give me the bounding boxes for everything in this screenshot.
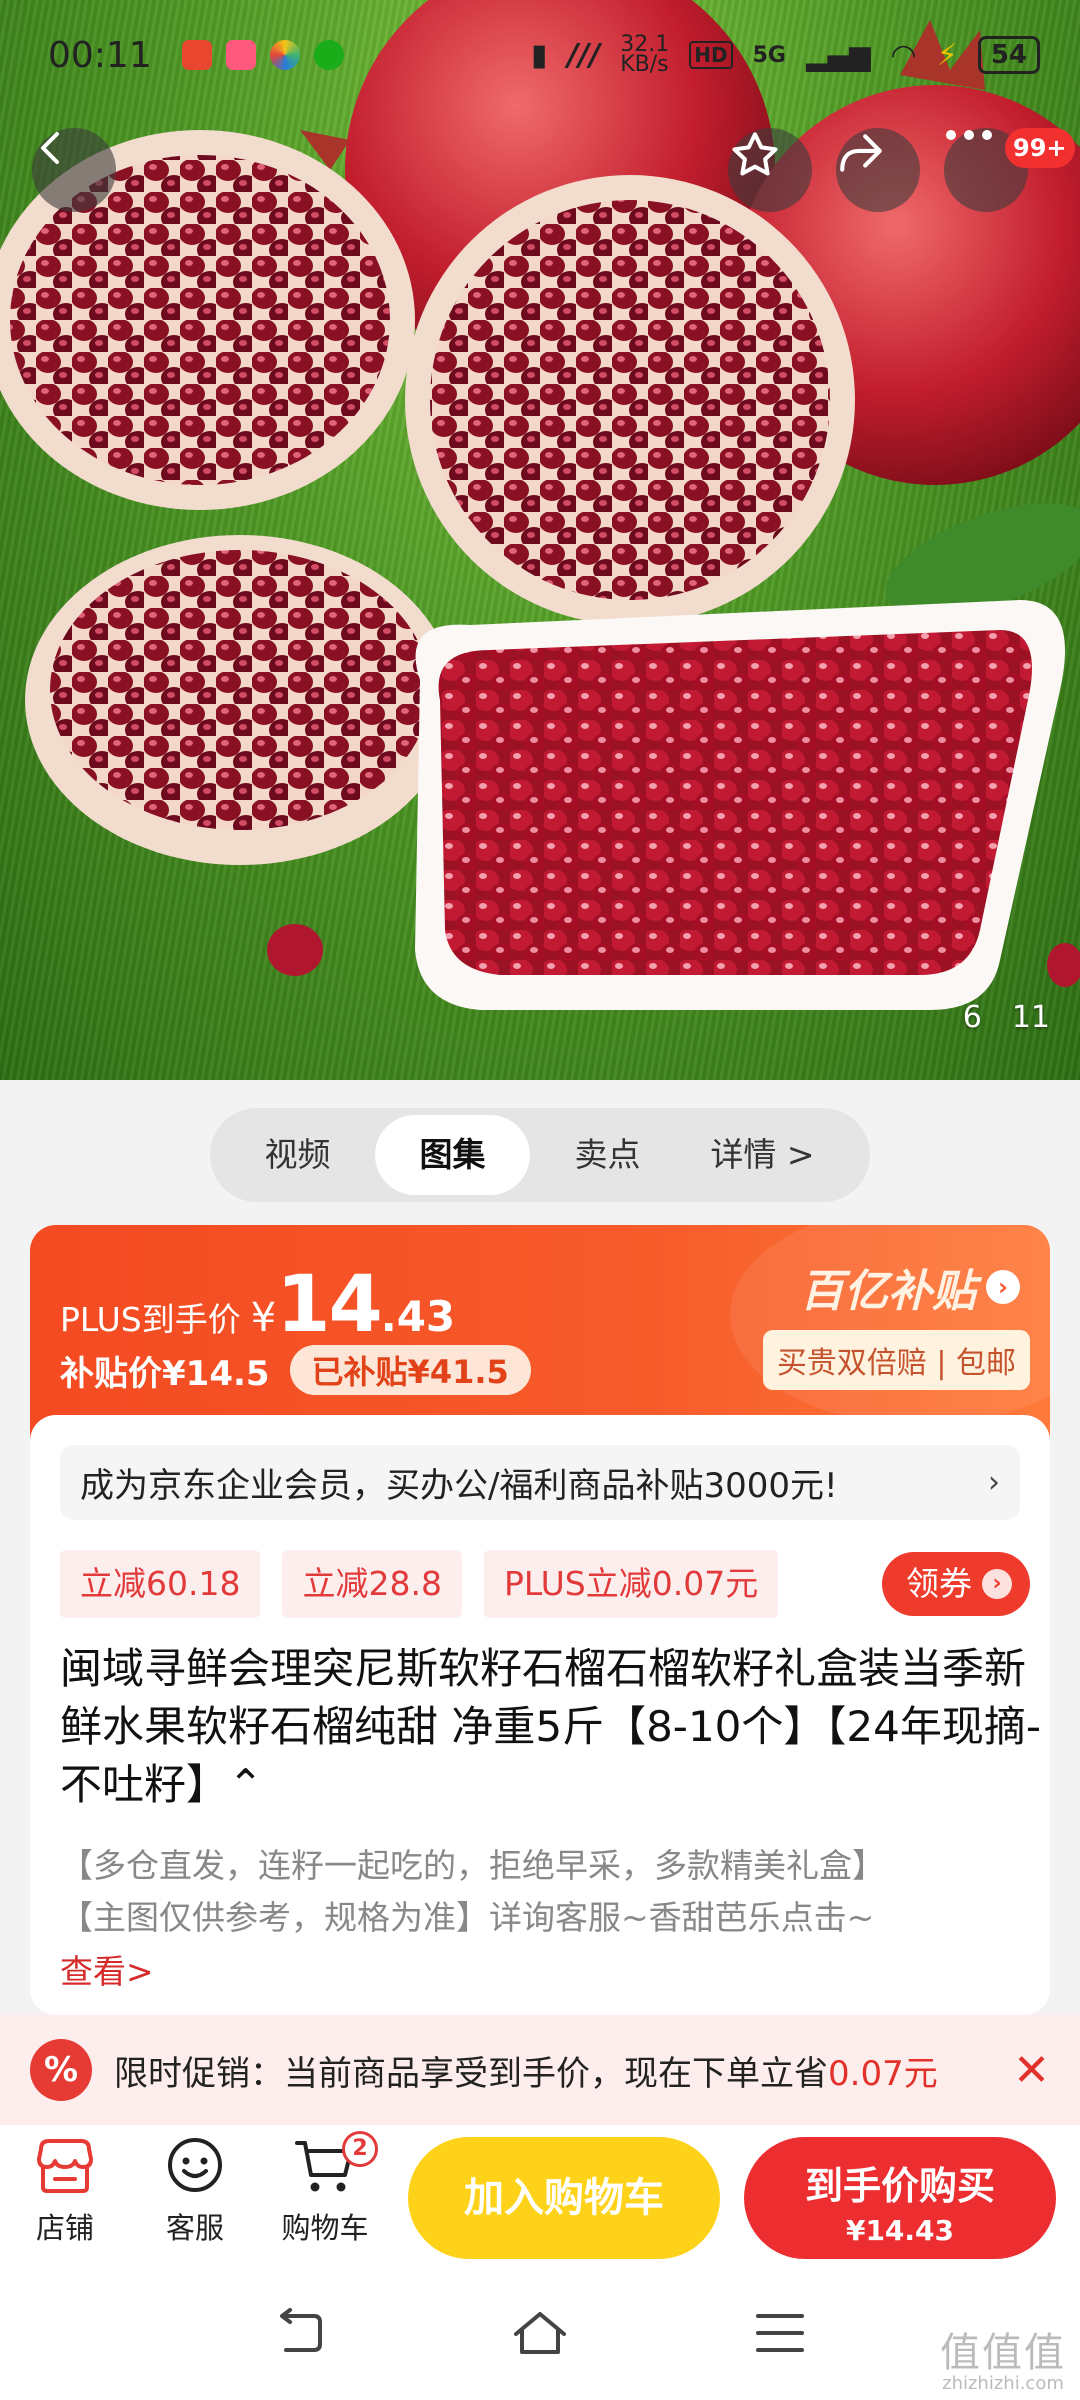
plus-price-label: PLUS到手价: [60, 1300, 241, 1339]
system-navigation-bar: 值值值 zhizhizhi.com: [0, 2270, 1080, 2400]
charging-icon: ⚡: [936, 37, 958, 73]
close-icon[interactable]: ✕: [1013, 2045, 1050, 2096]
tab-details[interactable]: 详情 >: [685, 1115, 840, 1195]
status-time: 00:11: [48, 34, 152, 76]
double-refund-badge: 买贵双倍赔 | 包邮: [762, 1330, 1030, 1390]
star-icon: [732, 132, 778, 176]
cart-count-badge: 2: [342, 2131, 378, 2167]
product-detail-card: 成为京东企业会员，买办公/福利商品补贴3000元! › 立减60.18 立减28…: [30, 1415, 1050, 2015]
wechat-icon: [313, 40, 344, 70]
enterprise-banner-text: 成为京东企业会员，买办公/福利商品补贴3000元!: [80, 1466, 838, 1506]
subsidy-row: 补贴价¥14.5 已补贴¥41.5: [60, 1345, 531, 1395]
back-button[interactable]: [32, 128, 116, 212]
share-button[interactable]: [836, 128, 920, 212]
nav-home-icon[interactable]: [510, 2308, 570, 2358]
tab-gallery[interactable]: 图集: [375, 1115, 530, 1195]
coupon-tag[interactable]: 立减28.8: [282, 1550, 462, 1618]
app-notification-icon: [269, 40, 300, 70]
network-type: 5G: [752, 42, 786, 68]
coupon-tag[interactable]: PLUS立减0.07元: [483, 1550, 779, 1618]
more-dots-icon: [946, 130, 992, 140]
discount-icon: %: [30, 2039, 92, 2101]
nav-menu-icon[interactable]: [752, 2308, 808, 2358]
product-image-gallery[interactable]: 00:11 ▮ /// 32.1 KB/s HD 5G ▂▄▆ ◠ ⚡ 54 9…: [0, 0, 1080, 1080]
network-speed: 32.1 KB/s: [620, 32, 670, 77]
chevron-right-icon: ›: [988, 1465, 1000, 1500]
nav-back-icon[interactable]: [270, 2308, 326, 2358]
watermark-logo: 值值值: [940, 2330, 1066, 2376]
favorite-button[interactable]: [728, 128, 812, 212]
status-bar: 00:11 ▮ /// 32.1 KB/s HD 5G ▂▄▆ ◠ ⚡ 54: [0, 0, 1080, 110]
chevron-right-icon: ›: [986, 1270, 1020, 1304]
enterprise-member-banner[interactable]: 成为京东企业会员，买办公/福利商品补贴3000元! ›: [60, 1445, 1020, 1520]
subsidy-price: 补贴价¥14.5: [60, 1353, 270, 1394]
gallery-total: 11: [1011, 1000, 1050, 1035]
description-line: 【多仓直发，连籽一起吃的，拒绝早采，多款精美礼盒】: [60, 1846, 885, 1885]
cart-button[interactable]: 2 购物车: [270, 2131, 380, 2247]
plus-price-decimal: .43: [380, 1292, 456, 1341]
media-tabs: 视频 图集 卖点 详情 >: [210, 1108, 870, 1202]
product-description: 【多仓直发，连籽一起吃的，拒绝早采，多款精美礼盒】 【主图仅供参考，规格为准】详…: [60, 1840, 1050, 1944]
back-arrow-icon: [41, 132, 59, 164]
add-to-cart-button[interactable]: 加入购物车: [408, 2137, 720, 2259]
promo-savings: 0.07元: [828, 2053, 938, 2094]
buy-now-label: 到手价购买: [804, 2164, 995, 2208]
billion-subsidy-text: 百亿补贴: [800, 1266, 976, 1317]
product-info-section: 视频 图集 卖点 详情 > PLUS到手价 ¥ 14 .43 补贴价¥14.5 …: [0, 1080, 1080, 2015]
chat-smile-icon: [168, 2138, 222, 2192]
description-line: 【主图仅供参考，规格为准】详询客服~香甜芭乐点击~: [60, 1898, 875, 1937]
promo-text: 限时促销：当前商品享受到手价，现在下单立省: [114, 2053, 828, 2094]
chevron-right-icon: ›: [982, 1569, 1012, 1599]
currency-symbol: ¥: [250, 1295, 277, 1341]
get-coupon-label: 领券: [906, 1564, 972, 1603]
watermark-url: zhizhizhi.com: [942, 2373, 1064, 2394]
app-notification-icon: [181, 40, 212, 70]
watermark: 值值值 zhizhizhi.com: [940, 2333, 1066, 2394]
bottom-action-bar: 店铺 客服 2 购物车 加入购物车 到手价购买 ¥14.43: [0, 2125, 1080, 2270]
vibrate-icon: ▮: [530, 37, 548, 73]
coupon-row: 立减60.18 立减28.8 PLUS立减0.07元 领券 ›: [60, 1550, 1030, 1618]
promo-banner: % 限时促销：当前商品享受到手价，现在下单立省 0.07元 ✕: [0, 2015, 1080, 2125]
buy-now-button[interactable]: 到手价购买 ¥14.43: [744, 2137, 1056, 2259]
tab-selling-points[interactable]: 卖点: [530, 1115, 685, 1195]
plus-price: PLUS到手价 ¥ 14 .43: [60, 1260, 455, 1350]
product-title[interactable]: 闽域寻鲜会理突尼斯软籽石榴石榴软籽礼盒装当季新鲜水果软籽石榴纯甜 净重5斤【8-…: [60, 1640, 1050, 1814]
get-coupon-button[interactable]: 领券 ›: [882, 1552, 1030, 1616]
shop-button[interactable]: 店铺: [10, 2135, 120, 2247]
cart-label: 购物车: [281, 2211, 369, 2245]
wifi-icon: ◠: [890, 37, 917, 73]
customer-service-label: 客服: [165, 2211, 224, 2245]
view-more-link[interactable]: 查看>: [60, 1945, 154, 1993]
tab-video[interactable]: 视频: [220, 1115, 375, 1195]
subsidized-badge: 已补贴¥41.5: [289, 1345, 531, 1395]
billion-subsidy-logo[interactable]: 百亿补贴 ›: [800, 1255, 1020, 1319]
buy-now-price: ¥14.43: [845, 2214, 955, 2247]
share-icon: [840, 134, 882, 172]
plus-price-integer: 14: [276, 1260, 383, 1350]
battery-level: 54: [977, 36, 1040, 74]
gallery-pager: 6 11: [963, 1000, 1050, 1035]
notification-badge: 99+: [1005, 128, 1075, 168]
app-notification-icon: [225, 40, 256, 70]
hd-icon: HD: [689, 41, 733, 69]
signal-brand-icon: ///: [567, 37, 601, 73]
customer-service-button[interactable]: 客服: [140, 2135, 250, 2247]
coupon-tag[interactable]: 立减60.18: [60, 1550, 261, 1618]
shop-label: 店铺: [35, 2211, 94, 2245]
store-icon: [37, 2139, 93, 2193]
gallery-current: 6: [962, 1000, 982, 1035]
signal-bars-icon: ▂▄▆: [805, 38, 871, 72]
